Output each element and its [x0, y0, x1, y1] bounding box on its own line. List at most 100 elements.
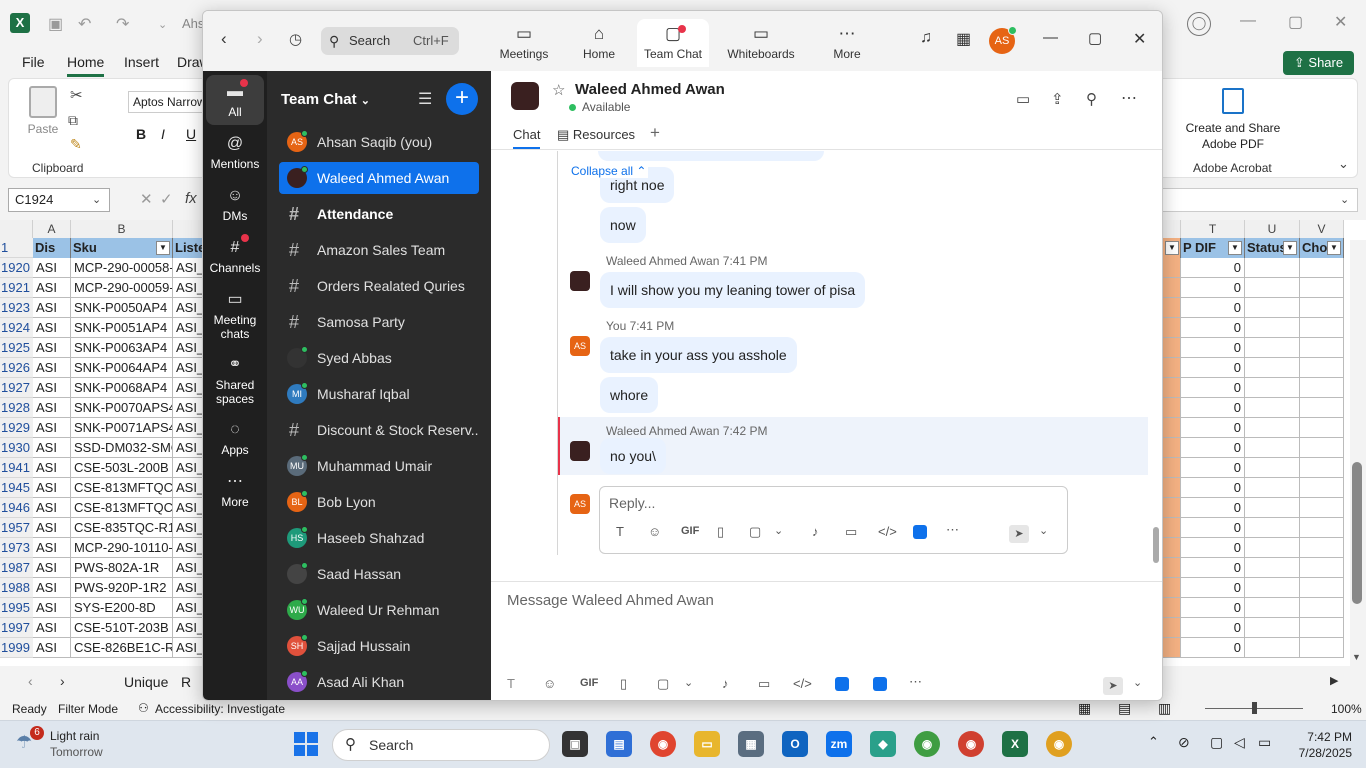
cell-status[interactable]: [1245, 418, 1300, 438]
gif-button[interactable]: GIF: [580, 677, 598, 689]
cell-pdif[interactable]: 0: [1181, 418, 1245, 438]
formula-bar[interactable]: [1162, 188, 1358, 212]
cell-s[interactable]: [1163, 538, 1181, 558]
chevron-down-icon[interactable]: ⌄: [774, 524, 783, 537]
header-cell-s[interactable]: ▼: [1163, 238, 1181, 258]
cell-s[interactable]: [1163, 378, 1181, 398]
cell-dis[interactable]: ASI: [33, 258, 71, 278]
contact-list-item[interactable]: SH Sajjad Hussain: [279, 630, 479, 662]
redo-icon[interactable]: ↷: [116, 14, 129, 34]
cell-dis[interactable]: ASI: [33, 518, 71, 538]
more-icon[interactable]: ⋯: [946, 522, 959, 538]
cell-dis[interactable]: ASI: [33, 638, 71, 658]
cell-pdif[interactable]: 0: [1181, 338, 1245, 358]
cell-status[interactable]: [1245, 598, 1300, 618]
cell-listed[interactable]: ASI_: [173, 298, 203, 318]
cell-cho[interactable]: [1300, 498, 1344, 518]
cell-dis[interactable]: ASI: [33, 478, 71, 498]
row-number[interactable]: 1920: [0, 258, 33, 278]
header-cell-cho[interactable]: Cho ▼: [1300, 238, 1344, 258]
cell-pdif[interactable]: 0: [1181, 618, 1245, 638]
cell-pdif[interactable]: 0: [1181, 398, 1245, 418]
cell-listed[interactable]: ASI_: [173, 518, 203, 538]
customize-chevron-icon[interactable]: ⌄: [158, 18, 167, 31]
cell-sku[interactable]: CSE-813MFTQC-: [71, 478, 173, 498]
cell-dis[interactable]: ASI: [33, 538, 71, 558]
tray-chevron-icon[interactable]: ⌃: [1148, 734, 1159, 750]
video-message-icon[interactable]: ▭: [758, 676, 770, 692]
cell-sku[interactable]: SNK-P0071APS4: [71, 418, 173, 438]
cell-pdif[interactable]: 0: [1181, 638, 1245, 658]
my-avatar[interactable]: AS: [570, 336, 590, 356]
cell-listed[interactable]: ASI_: [173, 598, 203, 618]
row-number[interactable]: 1988: [0, 578, 33, 598]
cell-status[interactable]: [1245, 518, 1300, 538]
cell-s[interactable]: [1163, 298, 1181, 318]
cell-listed[interactable]: ASI_: [173, 618, 203, 638]
tab-more[interactable]: ⋯ More: [810, 23, 884, 61]
reply-box[interactable]: [599, 486, 1068, 554]
column-header-v[interactable]: V: [1300, 220, 1344, 238]
app-icon[interactable]: [835, 677, 849, 691]
cell-cho[interactable]: [1300, 398, 1344, 418]
cell-dis[interactable]: ASI: [33, 278, 71, 298]
app-diamond-icon[interactable]: ◆: [870, 731, 896, 757]
cell-listed[interactable]: ASI_: [173, 378, 203, 398]
close-icon[interactable]: ✕: [1133, 29, 1146, 49]
cell-listed[interactable]: ASI_: [173, 398, 203, 418]
cell-sku[interactable]: CSE-813MFTQC-: [71, 498, 173, 518]
header-cell-pdif[interactable]: P DIF ▼: [1181, 238, 1245, 258]
format-painter-icon[interactable]: ✎: [70, 136, 82, 153]
cell-status[interactable]: [1245, 578, 1300, 598]
cell-listed[interactable]: ASI_: [173, 558, 203, 578]
weather-widget[interactable]: 6 ☂ Light rain Tomorrow: [16, 726, 103, 760]
scroll-down-icon[interactable]: ▼: [1352, 652, 1361, 662]
send-icon[interactable]: ➤: [1103, 677, 1123, 695]
chevron-down-icon[interactable]: ⌄: [1039, 524, 1048, 537]
cell-status[interactable]: [1245, 318, 1300, 338]
more-options-icon[interactable]: ⋯: [1121, 88, 1137, 108]
contact-name[interactable]: Waleed Ahmed Awan: [575, 81, 725, 98]
cell-dis[interactable]: ASI: [33, 338, 71, 358]
cell-listed[interactable]: ASI_: [173, 338, 203, 358]
column-header-t[interactable]: T: [1181, 220, 1245, 238]
paste-button[interactable]: Paste: [18, 82, 68, 152]
thread-scrollbar[interactable]: [1152, 151, 1160, 555]
cell-dis[interactable]: ASI: [33, 318, 71, 338]
cell-s[interactable]: [1163, 638, 1181, 658]
cell-listed[interactable]: ASI_: [173, 498, 203, 518]
battery-icon[interactable]: ▭: [1258, 734, 1271, 751]
row-number[interactable]: 1941: [0, 458, 33, 478]
sheet-tab-unique[interactable]: Unique: [124, 674, 168, 690]
text-format-icon[interactable]: T: [507, 676, 515, 691]
cell-dis[interactable]: ASI: [33, 378, 71, 398]
cell-dis[interactable]: ASI: [33, 418, 71, 438]
scroll-right-icon[interactable]: ▶: [1330, 674, 1338, 687]
cell-cho[interactable]: [1300, 478, 1344, 498]
select-all-corner[interactable]: [0, 220, 33, 238]
status-accessibility[interactable]: Accessibility: Investigate: [155, 702, 285, 716]
cell-cho[interactable]: [1300, 538, 1344, 558]
collapse-all-button[interactable]: Collapse all ⌃: [569, 164, 649, 178]
next-sheet-icon[interactable]: ›: [60, 673, 65, 689]
cell-cho[interactable]: [1300, 578, 1344, 598]
contact-list-item[interactable]: MU Muhammad Umair: [279, 450, 479, 482]
cell-dis[interactable]: ASI: [33, 498, 71, 518]
cell-cho[interactable]: [1300, 298, 1344, 318]
row-number[interactable]: 1: [0, 238, 33, 258]
cell-cho[interactable]: [1300, 318, 1344, 338]
zoom-app-icon[interactable]: zm: [826, 731, 852, 757]
cell-s[interactable]: [1163, 338, 1181, 358]
back-icon[interactable]: ‹: [221, 29, 227, 49]
cell-dis[interactable]: ASI: [33, 358, 71, 378]
cell-dis[interactable]: ASI: [33, 598, 71, 618]
cell-status[interactable]: [1245, 298, 1300, 318]
screenshot-icon[interactable]: ▢: [657, 676, 669, 692]
cell-pdif[interactable]: 0: [1181, 438, 1245, 458]
text-format-icon[interactable]: T: [616, 524, 624, 539]
channel-list-item[interactable]: # Attendance: [279, 198, 479, 230]
cell-sku[interactable]: SNK-P0068AP4: [71, 378, 173, 398]
video-message-icon[interactable]: ▭: [845, 524, 857, 540]
row-number[interactable]: 1928: [0, 398, 33, 418]
cell-cho[interactable]: [1300, 618, 1344, 638]
